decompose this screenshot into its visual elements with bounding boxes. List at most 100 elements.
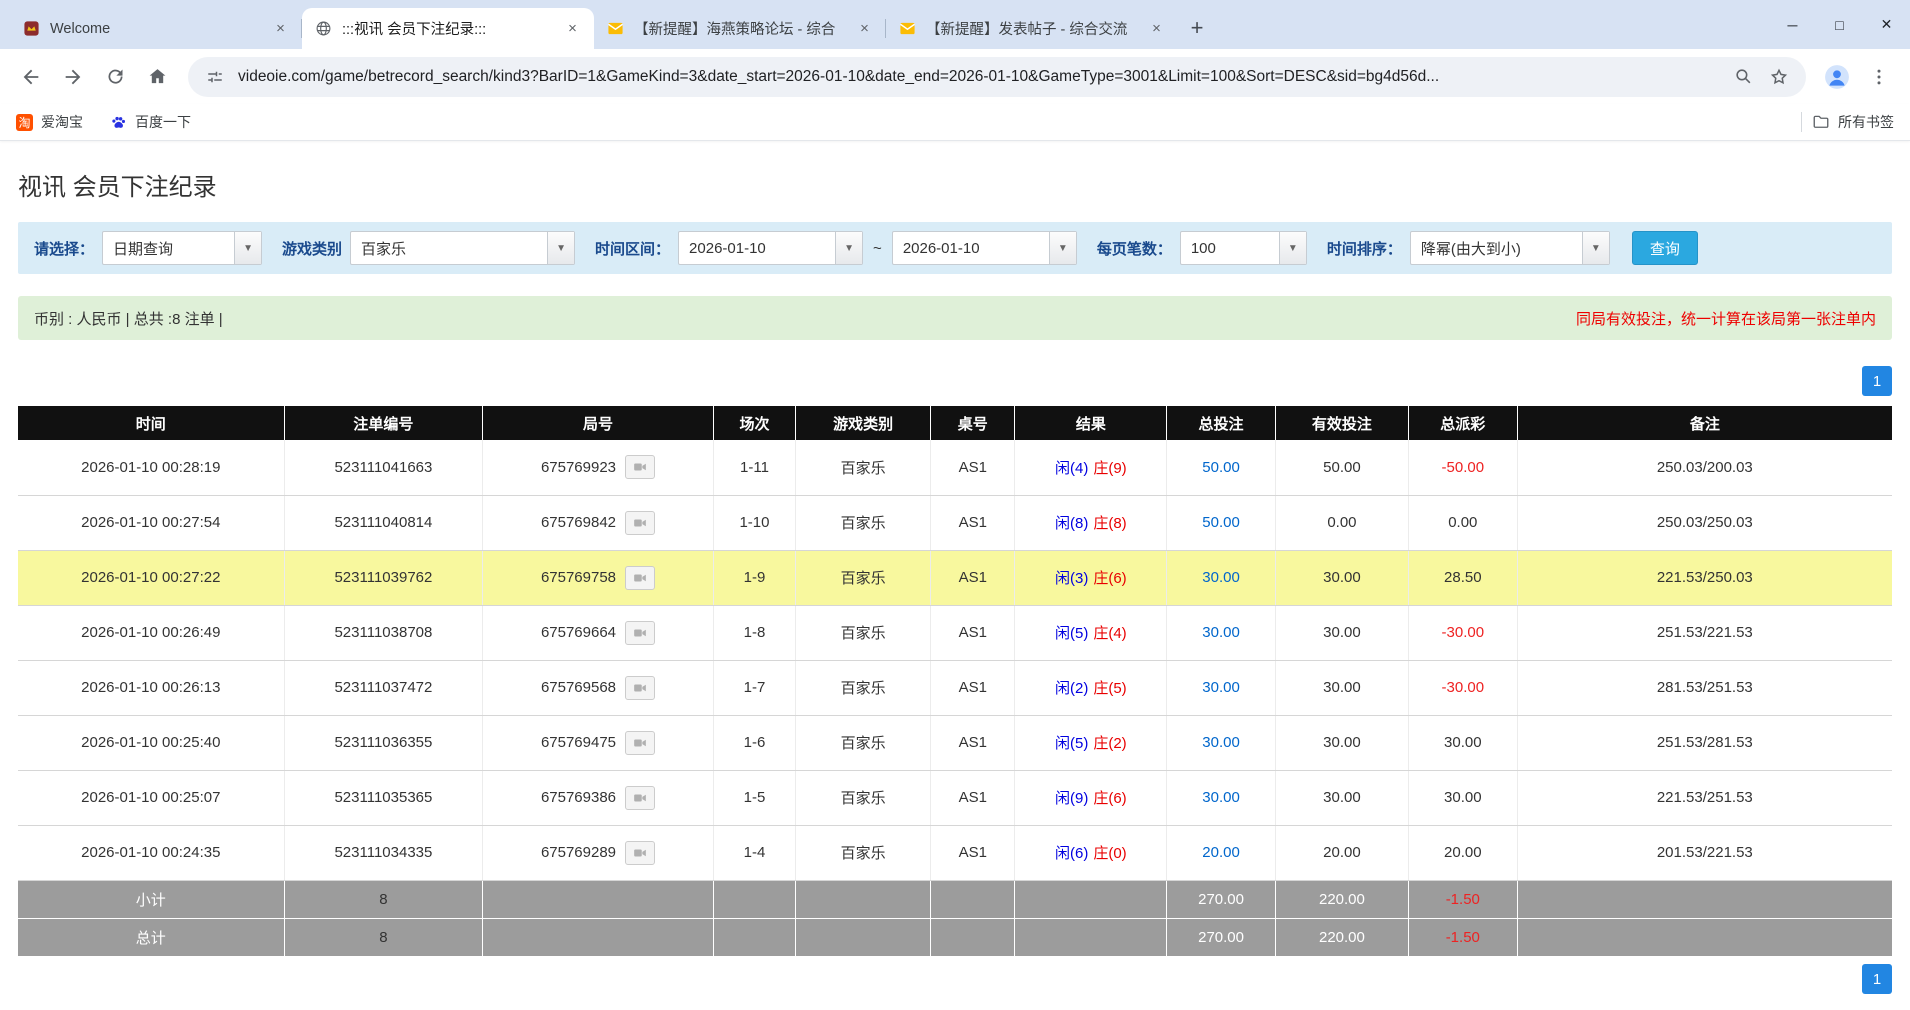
url-text[interactable]: videoie.com/game/betrecord_search/kind3?… — [238, 68, 1720, 86]
cell-bet-id: 523111035365 — [284, 770, 483, 825]
chevron-down-icon[interactable]: ▼ — [835, 232, 862, 264]
chevron-down-icon[interactable]: ▼ — [1279, 232, 1306, 264]
header-note: 备注 — [1517, 406, 1892, 440]
cell-session: 1-11 — [713, 440, 795, 495]
minimize-button[interactable]: ─ — [1769, 0, 1816, 49]
select-label: 请选择： — [34, 238, 94, 259]
chevron-down-icon[interactable]: ▼ — [1049, 232, 1076, 264]
forward-button[interactable] — [54, 58, 92, 96]
tab-forum-post[interactable]: 【新提醒】发表帖子 - 综合交流 × — [886, 8, 1178, 49]
all-bookmarks-label: 所有书签 — [1838, 112, 1894, 132]
video-replay-icon — [632, 736, 648, 750]
header-time: 时间 — [18, 406, 284, 440]
replay-button[interactable] — [625, 676, 655, 700]
result-player: 闲(6) — [1055, 845, 1088, 862]
date-range-label: 时间区间： — [595, 238, 670, 259]
tab-close-icon[interactable]: × — [271, 19, 290, 38]
cell-total-bet[interactable]: 20.00 — [1167, 825, 1276, 880]
home-button[interactable] — [138, 58, 176, 96]
tab-close-icon[interactable]: × — [855, 19, 874, 38]
new-tab-button[interactable]: + — [1182, 13, 1212, 43]
all-bookmarks-button[interactable]: 所有书签 — [1812, 112, 1894, 132]
date-start-dropdown[interactable]: 2026-01-10 ▼ — [678, 231, 863, 265]
replay-button[interactable] — [625, 621, 655, 645]
tab-title: Welcome — [50, 21, 261, 37]
result-player: 闲(4) — [1055, 460, 1088, 477]
sort-dropdown[interactable]: 降幂(由大到小) ▼ — [1410, 231, 1610, 265]
date-end-dropdown[interactable]: 2026-01-10 ▼ — [892, 231, 1077, 265]
cell-round-id: 675769842 — [483, 495, 714, 550]
menu-dots-icon[interactable] — [1860, 58, 1898, 96]
cell-result: 闲(4)庄(9) — [1015, 440, 1167, 495]
cell-time: 2026-01-10 00:27:22 — [18, 550, 284, 605]
result-player: 闲(2) — [1055, 680, 1088, 697]
profile-avatar[interactable] — [1818, 58, 1856, 96]
zoom-icon[interactable] — [1730, 64, 1756, 90]
maximize-button[interactable]: □ — [1816, 0, 1863, 49]
cell-time: 2026-01-10 00:24:35 — [18, 825, 284, 880]
per-page-dropdown[interactable]: 100 ▼ — [1180, 231, 1307, 265]
cell-session: 1-10 — [713, 495, 795, 550]
back-button[interactable] — [12, 58, 50, 96]
cell-bet-id: 523111041663 — [284, 440, 483, 495]
close-window-button[interactable]: ✕ — [1863, 0, 1910, 49]
result-player: 闲(5) — [1055, 735, 1088, 752]
replay-button[interactable] — [625, 566, 655, 590]
grand-total-row: 总计 8 270.00 220.00 -1.50 — [18, 918, 1892, 956]
cell-bet-id: 523111036355 — [284, 715, 483, 770]
result-banker: 庄(6) — [1093, 570, 1126, 587]
page-1-button[interactable]: 1 — [1862, 964, 1892, 994]
tab-close-icon[interactable]: × — [563, 19, 582, 38]
baidu-paw-icon — [109, 113, 127, 131]
chevron-down-icon[interactable]: ▼ — [547, 232, 574, 264]
cell-session: 1-4 — [713, 825, 795, 880]
site-info-icon[interactable] — [202, 64, 228, 90]
chevron-down-icon[interactable]: ▼ — [234, 232, 261, 264]
cell-total-bet[interactable]: 50.00 — [1167, 440, 1276, 495]
tab-welcome[interactable]: Welcome × — [10, 8, 302, 49]
round-number: 675769842 — [541, 514, 616, 531]
tab-close-icon[interactable]: × — [1147, 19, 1166, 38]
cell-valid-bet: 30.00 — [1275, 550, 1408, 605]
game-type-label: 游戏类别 — [282, 238, 342, 259]
cell-total-bet[interactable]: 30.00 — [1167, 605, 1276, 660]
subtotal-payout: -1.50 — [1408, 880, 1517, 918]
cell-game-type: 百家乐 — [796, 715, 931, 770]
cell-total-bet[interactable]: 30.00 — [1167, 770, 1276, 825]
cell-table-no: AS1 — [931, 770, 1015, 825]
replay-button[interactable] — [625, 511, 655, 535]
cell-total-bet[interactable]: 30.00 — [1167, 550, 1276, 605]
header-total-bet: 总投注 — [1167, 406, 1276, 440]
cell-note: 221.53/251.53 — [1517, 770, 1892, 825]
replay-button[interactable] — [625, 841, 655, 865]
page-1-button[interactable]: 1 — [1862, 366, 1892, 396]
pagination-bottom: 1 — [18, 964, 1892, 1010]
browser-toolbar: videoie.com/game/betrecord_search/kind3?… — [0, 49, 1910, 104]
replay-button[interactable] — [625, 731, 655, 755]
cell-total-bet[interactable]: 30.00 — [1167, 660, 1276, 715]
tab-forum-thread[interactable]: 【新提醒】海燕策略论坛 - 综合 × — [594, 8, 886, 49]
cell-total-bet[interactable]: 30.00 — [1167, 715, 1276, 770]
search-button[interactable]: 查询 — [1632, 231, 1698, 265]
url-bar[interactable]: videoie.com/game/betrecord_search/kind3?… — [188, 57, 1806, 97]
bookmark-baidu[interactable]: 百度一下 — [109, 112, 191, 132]
cell-result: 闲(8)庄(8) — [1015, 495, 1167, 550]
chevron-down-icon[interactable]: ▼ — [1582, 232, 1609, 264]
total-count: 8 — [284, 918, 483, 956]
bookmark-taobao[interactable]: 淘 爱淘宝 — [16, 112, 83, 132]
cell-bet-id: 523111039762 — [284, 550, 483, 605]
total-payout: -1.50 — [1408, 918, 1517, 956]
bookmark-star-icon[interactable] — [1766, 64, 1792, 90]
cell-payout: 0.00 — [1408, 495, 1517, 550]
replay-button[interactable] — [625, 786, 655, 810]
query-type-dropdown[interactable]: 日期查询 ▼ — [102, 231, 262, 265]
replay-button[interactable] — [625, 455, 655, 479]
refresh-button[interactable] — [96, 58, 134, 96]
cell-total-bet[interactable]: 50.00 — [1167, 495, 1276, 550]
game-type-dropdown[interactable]: 百家乐 ▼ — [350, 231, 575, 265]
tab-bet-record[interactable]: :::视讯 会员下注纪录::: × — [302, 8, 594, 49]
cell-time: 2026-01-10 00:27:54 — [18, 495, 284, 550]
table-row: 2026-01-10 00:26:49 523111038708 6757696… — [18, 605, 1892, 660]
tab-title: 【新提醒】海燕策略论坛 - 综合 — [634, 18, 845, 39]
cell-result: 闲(5)庄(4) — [1015, 605, 1167, 660]
